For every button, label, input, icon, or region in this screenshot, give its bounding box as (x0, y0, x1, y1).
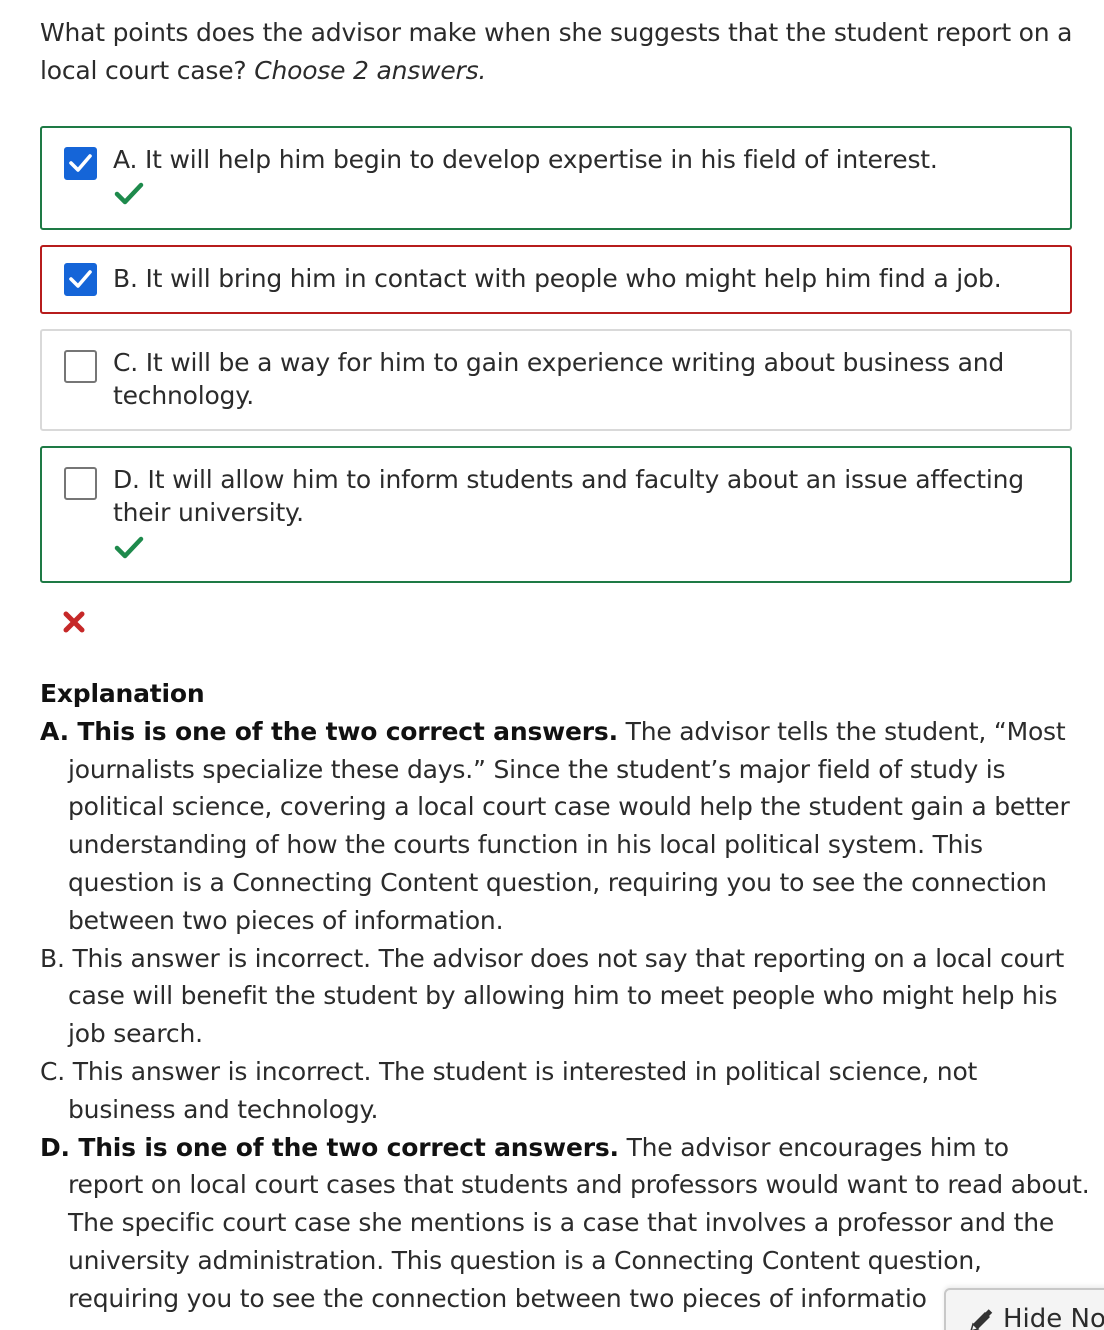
explanation-item-a: A. This is one of the two correct answer… (40, 713, 1090, 940)
explanation-item-d: D. This is one of the two correct answer… (40, 1129, 1090, 1318)
option-d-label: D. It will allow him to inform students … (113, 465, 1024, 527)
checkbox-b[interactable] (64, 263, 97, 296)
question-text: What points does the advisor make when s… (40, 18, 1073, 85)
checkbox-a[interactable] (64, 147, 97, 180)
checkbox-d[interactable] (64, 467, 97, 500)
explanation: Explanation A. This is one of the two co… (40, 675, 1090, 1318)
explanation-a-bold: A. This is one of the two correct answer… (40, 716, 618, 746)
checkbox-check-icon (69, 154, 92, 172)
question-instruction: Choose 2 answers. (254, 56, 487, 85)
explanation-d-bold: D. This is one of the two correct answer… (40, 1132, 619, 1162)
checkbox-c[interactable] (64, 350, 97, 383)
option-c-label: C. It will be a way for him to gain expe… (113, 348, 1005, 410)
answer-option-b[interactable]: B. It will bring him in contact with peo… (40, 245, 1072, 314)
option-a-label: A. It will help him begin to develop exp… (113, 145, 938, 174)
explanation-title: Explanation (40, 679, 205, 708)
explanation-a-text: The advisor tells the student, “Most jou… (68, 716, 1070, 935)
quiz-page: What points does the advisor make when s… (0, 0, 1104, 1330)
explanation-item-b: B. This answer is incorrect. The advisor… (40, 940, 1090, 1053)
answer-option-c[interactable]: C. It will be a way for him to gain expe… (40, 329, 1072, 431)
explanation-b-text: B. This answer is incorrect. The advisor… (40, 943, 1065, 1049)
correct-check-icon (114, 182, 144, 205)
explanation-c-text: C. This answer is incorrect. The student… (40, 1056, 978, 1124)
explanation-item-c: C. This answer is incorrect. The student… (40, 1053, 1090, 1129)
pencil-icon (970, 1309, 993, 1330)
option-b-label: B. It will bring him in contact with peo… (113, 264, 1002, 293)
answer-option-a[interactable]: A. It will help him begin to develop exp… (40, 126, 1072, 230)
x-icon (63, 611, 85, 633)
answer-option-d[interactable]: D. It will allow him to inform students … (40, 446, 1072, 583)
hide-notes-label: Hide No (1003, 1304, 1104, 1330)
hide-notes-button[interactable]: Hide No (944, 1288, 1104, 1330)
checkbox-check-icon (69, 270, 92, 288)
question-prompt: What points does the advisor make when s… (40, 14, 1080, 90)
correct-check-icon (114, 536, 144, 559)
